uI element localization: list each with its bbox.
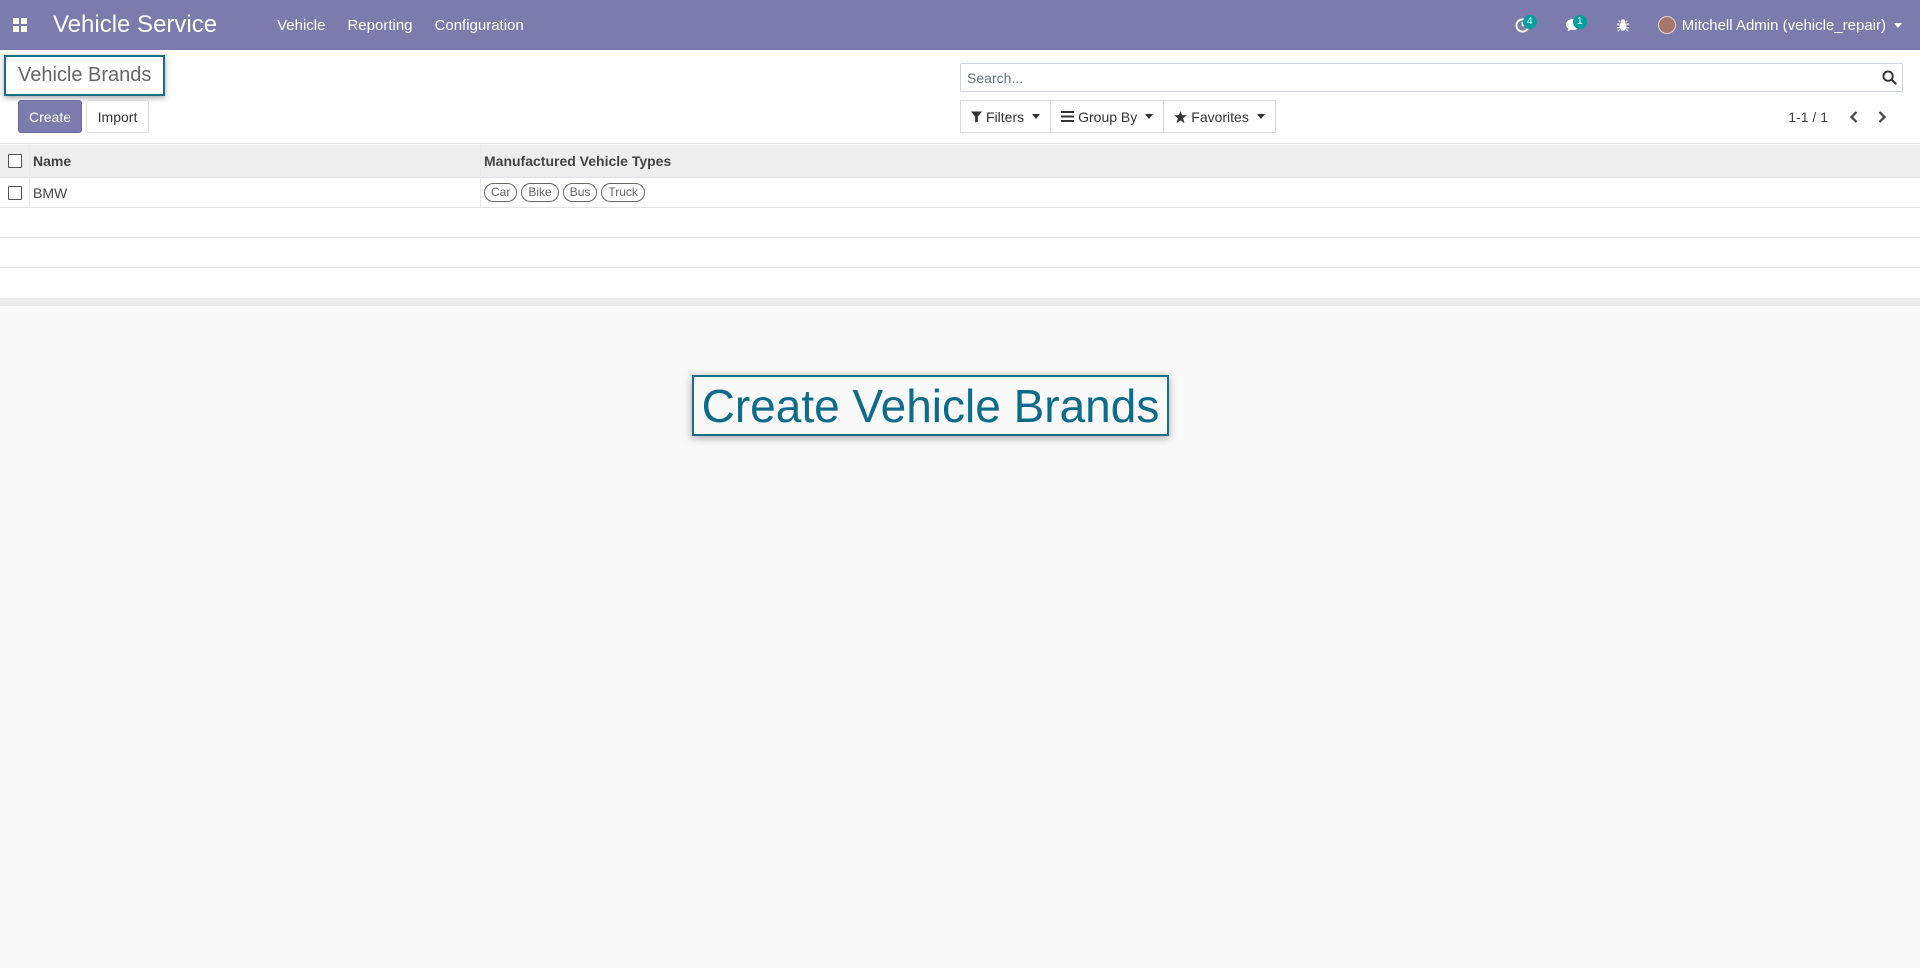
chevron-down-icon xyxy=(1145,114,1154,119)
chevron-right-icon[interactable] xyxy=(1868,103,1896,131)
chevron-down-icon xyxy=(1032,114,1041,119)
group-by-label: Group By xyxy=(1078,108,1138,125)
systray: 4 1 Mitchell Admin (vehicle_repair) xyxy=(1508,0,1920,50)
messages-button[interactable]: 1 xyxy=(1558,10,1588,40)
menu-configuration[interactable]: Configuration xyxy=(435,17,524,34)
create-button[interactable]: Create xyxy=(18,100,82,133)
avatar xyxy=(1657,16,1676,34)
vehicle-type-tag: Truck xyxy=(601,183,645,202)
top-navbar: Vehicle Service Vehicle Reporting Config… xyxy=(0,0,1920,50)
select-all-cell xyxy=(0,145,30,177)
search-options: Filters Group By Favorites xyxy=(960,100,1276,133)
search-icon[interactable] xyxy=(1876,65,1902,91)
pager-value[interactable]: 1-1 / 1 xyxy=(1788,109,1828,125)
vehicle-type-tag: Car xyxy=(484,183,518,202)
row-select-cell xyxy=(0,178,30,207)
activity-button[interactable]: 4 xyxy=(1508,10,1538,40)
filters-label: Filters xyxy=(986,108,1025,125)
debug-button[interactable] xyxy=(1608,10,1638,40)
import-button[interactable]: Import xyxy=(86,100,149,133)
group-by-dropdown[interactable]: Group By xyxy=(1050,100,1165,133)
create-callout: Create Vehicle Brands xyxy=(692,375,1169,436)
bug-icon xyxy=(1616,19,1629,32)
row-checkbox[interactable] xyxy=(7,185,22,200)
chevron-down-icon xyxy=(1256,114,1265,119)
empty-row xyxy=(0,238,1920,268)
menu-vehicle[interactable]: Vehicle xyxy=(277,17,325,34)
empty-row xyxy=(0,208,1920,238)
column-header-types[interactable]: Manufactured Vehicle Types xyxy=(481,145,1920,177)
table-header: Name Manufactured Vehicle Types xyxy=(0,145,1920,178)
user-name: Mitchell Admin (vehicle_repair) xyxy=(1681,16,1886,34)
search-input[interactable] xyxy=(961,64,1876,91)
message-count-badge: 1 xyxy=(1572,15,1587,29)
favorites-label: Favorites xyxy=(1191,108,1249,125)
activity-count-badge: 4 xyxy=(1522,15,1537,29)
vehicle-type-tag: Bike xyxy=(521,183,559,202)
select-all-checkbox[interactable] xyxy=(7,154,22,168)
column-header-name[interactable]: Name xyxy=(30,145,481,177)
table-row[interactable]: BMW Car Bike Bus Truck xyxy=(0,178,1920,208)
app-brand[interactable]: Vehicle Service xyxy=(53,11,217,39)
control-panel: Vehicle Brands Create Import Filters xyxy=(0,50,1920,144)
vehicle-types-cell: Car Bike Bus Truck xyxy=(481,178,1920,207)
filters-dropdown[interactable]: Filters xyxy=(960,100,1052,133)
brand-name-cell: BMW xyxy=(30,178,481,207)
chevron-left-icon[interactable] xyxy=(1840,103,1868,131)
pager: 1-1 / 1 xyxy=(1788,100,1896,133)
filter-icon xyxy=(971,111,982,122)
chevron-down-icon xyxy=(1894,22,1902,28)
apps-grid-icon[interactable] xyxy=(10,15,30,35)
breadcrumb: Vehicle Brands xyxy=(4,55,166,96)
search-bar xyxy=(960,63,1903,92)
list-view-table: Name Manufactured Vehicle Types BMW Car … xyxy=(0,145,1920,306)
vehicle-type-tag: Bus xyxy=(562,183,598,202)
list-icon xyxy=(1061,111,1075,122)
callout-text: Create Vehicle Brands xyxy=(701,379,1160,432)
favorites-dropdown[interactable]: Favorites xyxy=(1163,100,1276,133)
user-menu[interactable]: Mitchell Admin (vehicle_repair) xyxy=(1657,16,1902,34)
menu-reporting[interactable]: Reporting xyxy=(347,17,412,34)
star-icon xyxy=(1174,110,1188,123)
page-title: Vehicle Brands xyxy=(18,64,152,86)
empty-row xyxy=(0,268,1920,298)
